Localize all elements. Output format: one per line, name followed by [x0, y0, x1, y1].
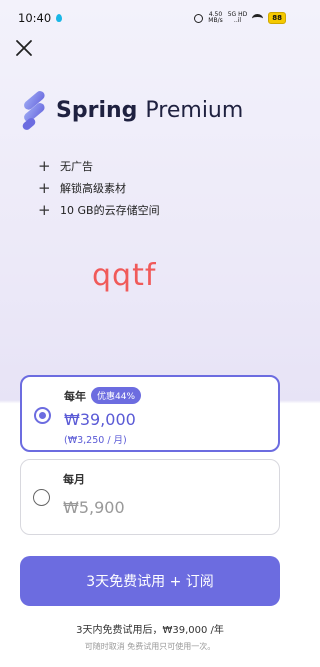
speed-unit: MB/s [208, 17, 223, 24]
cancel-note: 可随时取消 免费试用只可使用一次。 [84, 642, 216, 651]
radio-unselected[interactable] [33, 489, 50, 506]
plan-monthly[interactable]: 每月 ₩5,900 [20, 459, 280, 535]
feature-label: 无广告 [60, 160, 93, 173]
plan-price: ₩5,900 [63, 498, 125, 517]
plus-icon: + [38, 156, 51, 175]
spring-logo-icon [20, 90, 48, 130]
trial-note: 3天内免费试用后，₩39,000 /年 [76, 625, 224, 636]
close-button[interactable] [14, 38, 34, 58]
network-type: 5G HD ..il [228, 12, 248, 24]
plan-title-row: 每年 优惠44% [64, 387, 142, 404]
brand-header: Spring Premium [20, 90, 243, 130]
discount-badge: 优惠44% [91, 387, 142, 404]
plan-per-month: (₩3,250 / 月) [64, 435, 127, 446]
battery-level: 88 [268, 12, 286, 24]
plan-title-row: 每月 [63, 471, 85, 487]
wifi-icon [252, 13, 264, 23]
plan-title: 每月 [63, 473, 85, 486]
network-bottom: ..il [233, 17, 242, 24]
feature-label: 解锁高级素材 [60, 182, 126, 195]
close-icon [16, 40, 32, 56]
brand-name: Spring [56, 97, 138, 123]
status-right: 4.50 MB/s 5G HD ..il 88 [194, 12, 286, 24]
status-left: 10:40 [18, 11, 63, 25]
alarm-icon [194, 13, 204, 23]
status-bar: 10:40 4.50 MB/s 5G HD ..il 88 [0, 0, 300, 36]
feature-label: 10 GB的云存储空间 [60, 204, 160, 217]
feature-item: + 解锁高级素材 [38, 177, 160, 199]
plan-price: ₩39,000 [64, 410, 136, 429]
plan-title: 每年 [64, 389, 86, 403]
plan-yearly[interactable]: 每年 优惠44% ₩39,000 (₩3,250 / 月) [20, 375, 280, 452]
feature-item: + 无广告 [38, 155, 160, 177]
feature-item: + 10 GB的云存储空间 [38, 199, 160, 221]
plus-icon: + [38, 178, 51, 197]
feature-list: + 无广告 + 解锁高级素材 + 10 GB的云存储空间 [38, 155, 160, 221]
drop-icon [56, 14, 63, 22]
brand-suffix: Premium [145, 97, 244, 123]
subscribe-button[interactable]: 3天免费试用 + 订阅 [20, 556, 280, 606]
plus-icon: + [38, 200, 51, 219]
watermark-text: qqtf [92, 258, 157, 293]
radio-selected[interactable] [34, 407, 51, 424]
network-speed: 4.50 MB/s [208, 12, 222, 24]
plan-options: 每年 优惠44% ₩39,000 (₩3,250 / 月) 每月 ₩5,900 [20, 375, 280, 535]
status-time: 10:40 [18, 11, 52, 25]
